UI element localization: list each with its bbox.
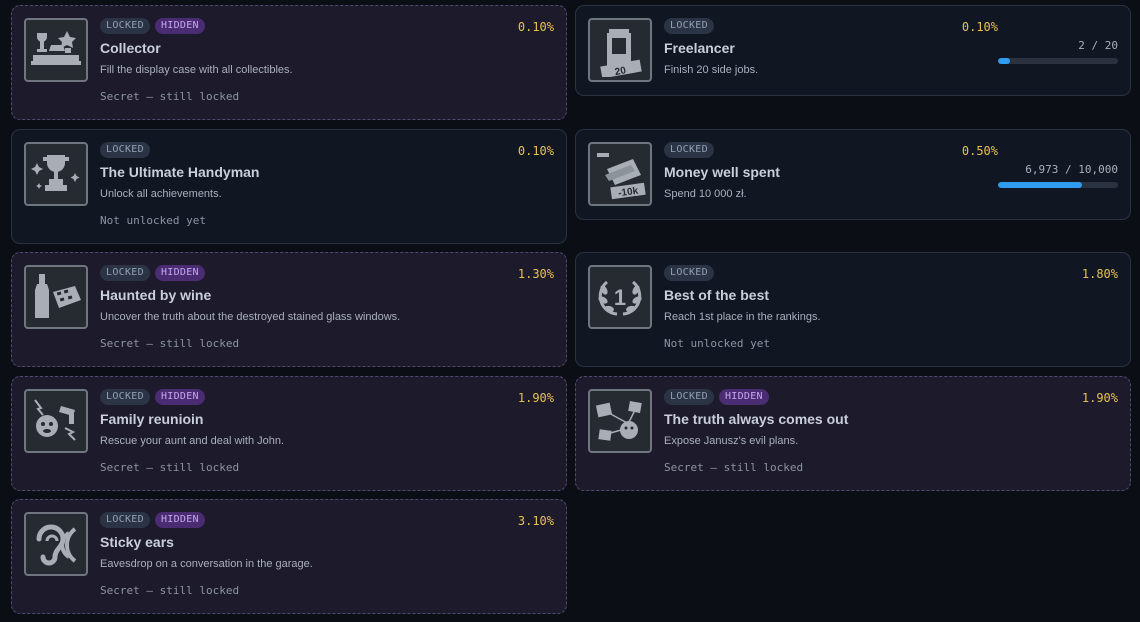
- svg-text:1: 1: [614, 285, 626, 310]
- achievement-description: Fill the display case with all collectib…: [100, 64, 293, 76]
- locked-badge: LOCKED: [100, 265, 150, 281]
- achievement-description: Spend 10 000 zł.: [664, 188, 747, 200]
- achievement-card[interactable]: LOCKED 0.10% The Ultimate Handyman Unloc…: [11, 129, 567, 244]
- progress-block: 2 / 20: [998, 39, 1118, 64]
- hidden-badge: HIDDEN: [718, 389, 769, 405]
- achievement-title: Family reunioin: [100, 411, 204, 427]
- achievement-status: Secret — still locked: [100, 461, 240, 474]
- achievement-status: Secret — still locked: [100, 90, 240, 103]
- trophy-collection-icon: [24, 18, 88, 82]
- locked-badge: LOCKED: [664, 389, 714, 405]
- achievement-description: Unlock all achievements.: [100, 188, 222, 200]
- svg-text:-10k: -10k: [618, 186, 640, 200]
- locked-badge: LOCKED: [664, 142, 714, 158]
- achievement-title: Sticky ears: [100, 534, 174, 550]
- hidden-badge: HIDDEN: [154, 512, 205, 528]
- achievement-description: Rescue your aunt and deal with John.: [100, 435, 285, 447]
- unlock-percent: 0.10%: [517, 144, 554, 158]
- progress-fill: [998, 182, 1082, 188]
- achievement-card[interactable]: LOCKED HIDDEN 1.90% The truth always come…: [575, 376, 1131, 491]
- achievement-card[interactable]: LOCKED HIDDEN 3.10% Sticky ears Eavesdrop…: [11, 499, 567, 614]
- ear-sound-icon: [24, 512, 88, 576]
- achievement-status: Secret — still locked: [100, 337, 240, 350]
- laurel-first-place-icon: 1: [588, 265, 652, 329]
- achievement-status: Not unlocked yet: [100, 214, 206, 227]
- unlock-percent: 1.90%: [1081, 391, 1118, 405]
- progress-label: 6,973 / 10,000: [1025, 163, 1118, 176]
- achievement-status: Secret — still locked: [664, 461, 804, 474]
- achievement-card[interactable]: -10k LOCKED 0.50% Money well spent Spend…: [575, 129, 1131, 220]
- achievement-title: Haunted by wine: [100, 287, 212, 303]
- unlock-percent: 0.50%: [961, 144, 998, 158]
- achievement-card[interactable]: 1 LOCKED 1.80% Best of the best Reach 1s…: [575, 252, 1131, 367]
- unlock-percent: 1.30%: [517, 267, 554, 281]
- trophy-sparkle-icon: [24, 142, 88, 206]
- unlock-percent: 0.10%: [517, 20, 554, 34]
- locked-badge: LOCKED: [664, 18, 714, 34]
- achievement-title: Best of the best: [664, 287, 770, 303]
- unlock-percent: 3.10%: [517, 514, 554, 528]
- achievement-description: Finish 20 side jobs.: [664, 64, 759, 76]
- phone-booth-20-icon: 20: [588, 18, 652, 82]
- achievement-description: Eavesdrop on a conversation in the garag…: [100, 558, 313, 570]
- hidden-badge: HIDDEN: [154, 18, 205, 34]
- locked-badge: LOCKED: [664, 265, 714, 281]
- money-10k-icon: -10k: [588, 142, 652, 206]
- achievement-card[interactable]: LOCKED HIDDEN 0.10% Collector Fill the di…: [11, 5, 567, 120]
- achievement-card[interactable]: LOCKED HIDDEN 1.90% Family reunioin Rescu…: [11, 376, 567, 491]
- wine-brick-icon: [24, 265, 88, 329]
- progress-label: 2 / 20: [1078, 39, 1118, 52]
- family-fight-icon: [24, 389, 88, 453]
- achievement-card[interactable]: 20 LOCKED 0.10% Freelancer Finish 20 sid…: [575, 5, 1131, 96]
- achievement-description: Reach 1st place in the rankings.: [664, 311, 821, 323]
- unlock-percent: 1.90%: [517, 391, 554, 405]
- achievement-status: Not unlocked yet: [664, 337, 770, 350]
- achievement-status: Secret — still locked: [100, 584, 240, 597]
- progress-bar: [998, 58, 1118, 64]
- hidden-badge: HIDDEN: [154, 389, 205, 405]
- progress-bar: [998, 182, 1118, 188]
- hidden-badge: HIDDEN: [154, 265, 205, 281]
- unlock-percent: 0.10%: [961, 20, 998, 34]
- achievement-description: Expose Janusz's evil plans.: [664, 435, 799, 447]
- achievement-description: Uncover the truth about the destroyed st…: [100, 311, 401, 323]
- locked-badge: LOCKED: [100, 142, 150, 158]
- evidence-board-icon: [588, 389, 652, 453]
- locked-badge: LOCKED: [100, 389, 150, 405]
- progress-block: 6,973 / 10,000: [998, 163, 1118, 188]
- achievement-card[interactable]: LOCKED HIDDEN 1.30% Haunted by wine Uncov…: [11, 252, 567, 367]
- locked-badge: LOCKED: [100, 512, 150, 528]
- achievement-title: Collector: [100, 40, 161, 56]
- unlock-percent: 1.80%: [1081, 267, 1118, 281]
- progress-fill: [998, 58, 1010, 64]
- achievement-title: The Ultimate Handyman: [100, 164, 260, 180]
- achievement-title: The truth always comes out: [664, 411, 849, 427]
- locked-badge: LOCKED: [100, 18, 150, 34]
